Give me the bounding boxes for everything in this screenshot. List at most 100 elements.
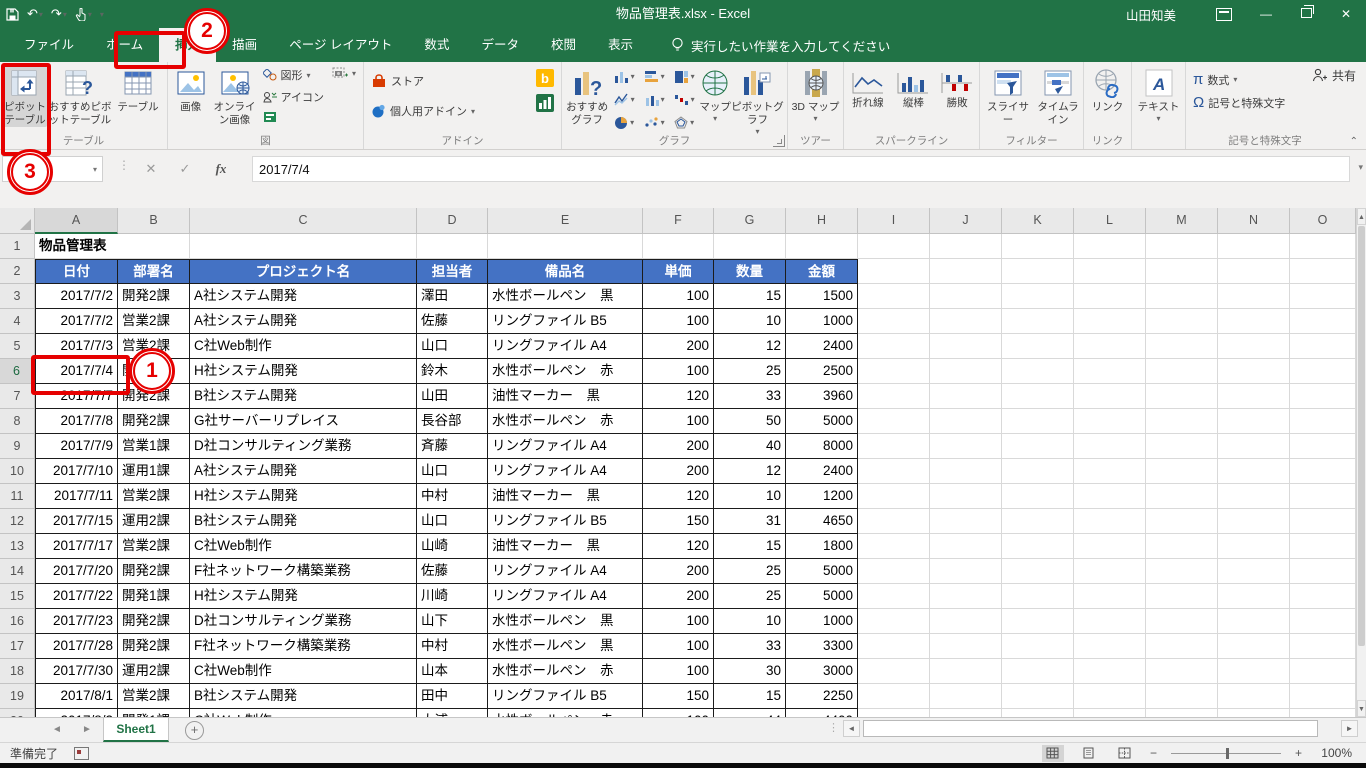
- cell-I4[interactable]: [858, 309, 930, 334]
- cell-O16[interactable]: [1290, 609, 1356, 634]
- cell-G9[interactable]: 40: [714, 434, 786, 459]
- cell-L8[interactable]: [1074, 409, 1146, 434]
- cell-G5[interactable]: 12: [714, 334, 786, 359]
- cell-A17[interactable]: 2017/7/28: [35, 634, 118, 659]
- symbol-button[interactable]: Ω 記号と特殊文字: [1189, 91, 1289, 114]
- cell-K4[interactable]: [1002, 309, 1074, 334]
- cell-D12[interactable]: 山口: [417, 509, 488, 534]
- my-addins-button[interactable]: 個人用アドイン ▾: [367, 100, 479, 122]
- cell-H4[interactable]: 1000: [786, 309, 858, 334]
- link-button[interactable]: リンク: [1089, 64, 1127, 114]
- cell-A1[interactable]: 物品管理表: [35, 234, 118, 259]
- cell-N8[interactable]: [1218, 409, 1290, 434]
- cell-H10[interactable]: 2400: [786, 459, 858, 484]
- cell-E16[interactable]: 水性ボールペン 黒: [488, 609, 643, 634]
- formula-bar-splitter[interactable]: ⋮: [118, 158, 130, 172]
- cell-M18[interactable]: [1146, 659, 1218, 684]
- cell-F18[interactable]: 100: [643, 659, 714, 684]
- cell-O15[interactable]: [1290, 584, 1356, 609]
- cell-B9[interactable]: 営業1課: [118, 434, 190, 459]
- cell-K20[interactable]: [1002, 709, 1074, 717]
- cell-O9[interactable]: [1290, 434, 1356, 459]
- tab-review[interactable]: 校閲: [535, 28, 592, 62]
- cell-O19[interactable]: [1290, 684, 1356, 709]
- cell-B17[interactable]: 開発2課: [118, 634, 190, 659]
- cell-B19[interactable]: 営業2課: [118, 684, 190, 709]
- cell-L20[interactable]: [1074, 709, 1146, 717]
- touch-mode-icon[interactable]: ▾: [75, 7, 92, 21]
- scroll-left-icon[interactable]: ◄: [843, 720, 860, 737]
- cell-N17[interactable]: [1218, 634, 1290, 659]
- cell-E1[interactable]: [488, 234, 643, 259]
- cell-J14[interactable]: [930, 559, 1002, 584]
- cell-D20[interactable]: 大浦: [417, 709, 488, 717]
- cell-F15[interactable]: 200: [643, 584, 714, 609]
- cell-G17[interactable]: 33: [714, 634, 786, 659]
- cell-M12[interactable]: [1146, 509, 1218, 534]
- cell-C6[interactable]: H社システム開発: [190, 359, 417, 384]
- cell-E7[interactable]: 油性マーカー 黒: [488, 384, 643, 409]
- column-header-H[interactable]: H: [786, 208, 858, 234]
- cell-H12[interactable]: 4650: [786, 509, 858, 534]
- normal-view-button[interactable]: [1041, 744, 1064, 762]
- cell-J18[interactable]: [930, 659, 1002, 684]
- cell-D10[interactable]: 山口: [417, 459, 488, 484]
- cell-C8[interactable]: G社サーバーリプレイス: [190, 409, 417, 434]
- cell-N4[interactable]: [1218, 309, 1290, 334]
- row-header-19[interactable]: 19: [0, 684, 35, 709]
- cell-I8[interactable]: [858, 409, 930, 434]
- cell-I7[interactable]: [858, 384, 930, 409]
- cell-I12[interactable]: [858, 509, 930, 534]
- cell-M15[interactable]: [1146, 584, 1218, 609]
- cell-H15[interactable]: 5000: [786, 584, 858, 609]
- cell-O20[interactable]: [1290, 709, 1356, 717]
- cell-F2[interactable]: 単価: [643, 259, 714, 284]
- cell-F1[interactable]: [643, 234, 714, 259]
- cell-L15[interactable]: [1074, 584, 1146, 609]
- cell-G12[interactable]: 31: [714, 509, 786, 534]
- column-header-J[interactable]: J: [930, 208, 1002, 234]
- row-header-12[interactable]: 12: [0, 509, 35, 534]
- cell-K13[interactable]: [1002, 534, 1074, 559]
- online-pictures-button[interactable]: オンライン画像: [210, 64, 258, 127]
- cell-G11[interactable]: 10: [714, 484, 786, 509]
- tab-view[interactable]: 表示: [592, 28, 649, 62]
- cell-O6[interactable]: [1290, 359, 1356, 384]
- cell-D9[interactable]: 斉藤: [417, 434, 488, 459]
- cell-G3[interactable]: 15: [714, 284, 786, 309]
- cell-I9[interactable]: [858, 434, 930, 459]
- cell-O12[interactable]: [1290, 509, 1356, 534]
- cell-H17[interactable]: 3300: [786, 634, 858, 659]
- cell-A10[interactable]: 2017/7/10: [35, 459, 118, 484]
- cell-H18[interactable]: 3000: [786, 659, 858, 684]
- cell-J1[interactable]: [930, 234, 1002, 259]
- cell-H20[interactable]: 4400: [786, 709, 858, 717]
- qat-customize-icon[interactable]: ▾: [100, 10, 104, 19]
- cell-C15[interactable]: H社システム開発: [190, 584, 417, 609]
- cell-A13[interactable]: 2017/7/17: [35, 534, 118, 559]
- cell-N12[interactable]: [1218, 509, 1290, 534]
- pivot-table-button[interactable]: ピボットテーブル: [3, 64, 47, 128]
- cell-N5[interactable]: [1218, 334, 1290, 359]
- cell-J3[interactable]: [930, 284, 1002, 309]
- tell-me-box[interactable]: 実行したい作業を入力してください: [671, 28, 890, 62]
- column-header-L[interactable]: L: [1074, 208, 1146, 234]
- combo-chart-button[interactable]: ▾: [639, 88, 669, 111]
- redo-button[interactable]: ↷ ▾: [51, 6, 67, 22]
- cell-E15[interactable]: リングファイル A4: [488, 584, 643, 609]
- sparkline-winloss-button[interactable]: 勝敗: [938, 68, 976, 110]
- cell-B15[interactable]: 開発1課: [118, 584, 190, 609]
- cell-G7[interactable]: 33: [714, 384, 786, 409]
- cell-O14[interactable]: [1290, 559, 1356, 584]
- charts-dialog-launcher[interactable]: [773, 135, 785, 147]
- cell-D4[interactable]: 佐藤: [417, 309, 488, 334]
- radar-chart-button[interactable]: ▾: [669, 111, 699, 134]
- hierarchy-chart-button[interactable]: ▾: [669, 65, 699, 88]
- column-header-K[interactable]: K: [1002, 208, 1074, 234]
- cell-L9[interactable]: [1074, 434, 1146, 459]
- cell-C18[interactable]: C社Web制作: [190, 659, 417, 684]
- equation-button[interactable]: π 数式 ▾: [1189, 68, 1241, 91]
- cell-O11[interactable]: [1290, 484, 1356, 509]
- maps-button[interactable]: マップ ▾: [699, 64, 731, 124]
- cell-I18[interactable]: [858, 659, 930, 684]
